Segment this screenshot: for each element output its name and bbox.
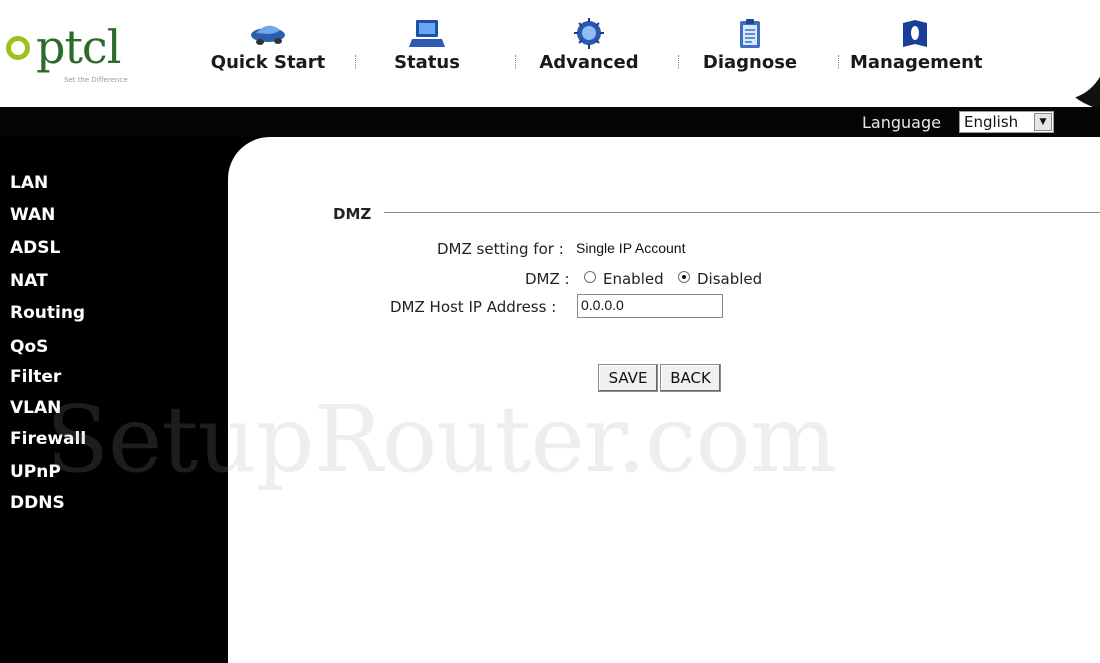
nav-separator — [355, 55, 357, 69]
sidebar-item-lan[interactable]: LAN — [10, 173, 48, 193]
nav-diagnose[interactable]: Diagnose — [700, 18, 800, 80]
chevron-down-icon[interactable]: ▼ — [1034, 113, 1052, 131]
dmz-enabled-label[interactable]: Enabled — [603, 270, 664, 288]
sidebar-item-adsl[interactable]: ADSL — [10, 238, 60, 258]
language-label: Language — [862, 113, 941, 132]
watermark-text: SetupRouter.com — [46, 386, 837, 493]
language-selected-value: English — [964, 113, 1019, 131]
nav-label: Quick Start — [210, 52, 326, 73]
nav-label: Management — [850, 52, 983, 73]
dmz-enabled-radio[interactable] — [584, 271, 596, 283]
dmz-host-ip-input[interactable]: 0.0.0.0 — [577, 294, 723, 318]
nav-status[interactable]: Status — [377, 18, 477, 80]
sidebar-item-wan[interactable]: WAN — [10, 205, 55, 225]
nav-quick-start[interactable]: Quick Start — [208, 18, 328, 80]
header-corner-decoration — [1040, 0, 1100, 107]
clipboard-icon — [740, 19, 760, 48]
sidebar-item-ddns[interactable]: DDNS — [10, 493, 65, 513]
dmz-host-ip-value: 0.0.0.0 — [581, 297, 624, 313]
nav-separator — [838, 55, 840, 69]
nav-management[interactable]: Management — [850, 18, 983, 80]
header: ptcl Set the Difference Quick Start Stat… — [0, 0, 1100, 107]
chip-icon — [574, 18, 604, 49]
sidebar-item-filter[interactable]: Filter — [10, 367, 61, 387]
laptop-icon — [409, 20, 445, 47]
sidebar-item-qos[interactable]: QoS — [10, 337, 48, 357]
dmz-disabled-radio[interactable] — [678, 271, 690, 283]
dmz-setting-for-value: Single IP Account — [576, 240, 686, 256]
nav-advanced[interactable]: Advanced — [534, 18, 644, 80]
top-navigation: Quick Start Status Advanced Diagnose Man… — [0, 0, 1060, 107]
nav-label: Advanced — [539, 52, 639, 73]
sidebar-item-nat[interactable]: NAT — [10, 271, 48, 291]
dmz-setting-for-label: DMZ setting for : — [437, 240, 564, 258]
sidebar-item-routing[interactable]: Routing — [10, 303, 85, 323]
dmz-disabled-label[interactable]: Disabled — [697, 270, 762, 288]
nav-separator — [678, 55, 680, 69]
language-select[interactable]: English ▼ — [959, 111, 1054, 133]
nav-separator — [515, 55, 517, 69]
section-title-dmz: DMZ — [333, 205, 372, 223]
dmz-host-ip-label: DMZ Host IP Address : — [390, 298, 557, 316]
dmz-label: DMZ : — [525, 270, 570, 288]
car-icon — [251, 25, 285, 45]
nav-label: Diagnose — [702, 52, 798, 73]
book-icon — [903, 20, 927, 47]
nav-label: Status — [394, 52, 460, 73]
section-divider — [384, 212, 1100, 213]
